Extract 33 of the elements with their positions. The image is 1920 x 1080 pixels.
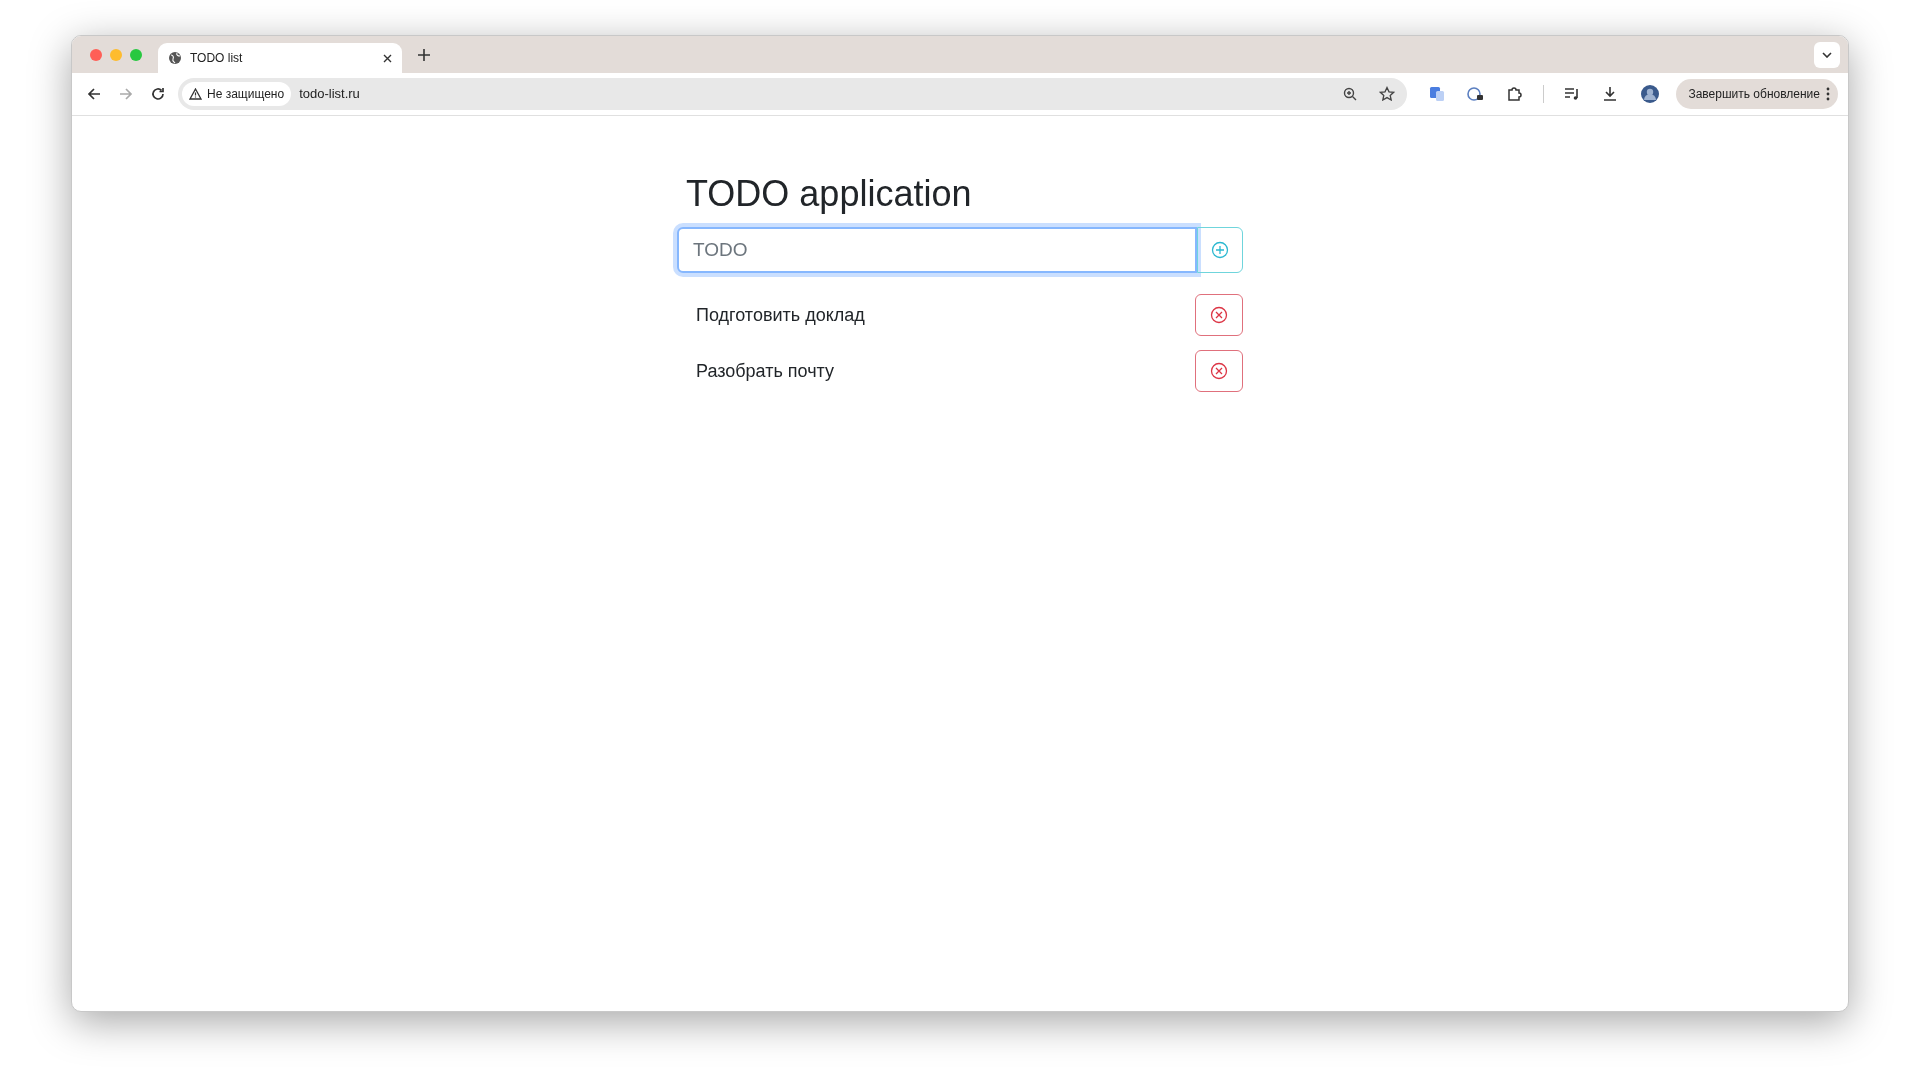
delete-button[interactable] — [1195, 294, 1243, 336]
security-chip[interactable]: Не защищено — [182, 82, 292, 106]
tab-title: TODO list — [190, 50, 244, 67]
close-icon[interactable] — [383, 53, 392, 63]
address-bar[interactable]: Не защищено todo-list.ru — [178, 78, 1408, 110]
reload-icon[interactable] — [151, 87, 165, 101]
warning-icon — [189, 88, 202, 100]
back-arrow-icon[interactable] — [87, 87, 101, 101]
update-button[interactable]: Завершить обновление — [1676, 79, 1838, 109]
browser-tab[interactable]: TODO list — [158, 43, 402, 73]
playlist-icon[interactable] — [1564, 87, 1581, 101]
zoom-icon[interactable] — [1343, 87, 1358, 101]
x-circle-icon — [1210, 362, 1228, 380]
plus-circle-icon — [1211, 241, 1229, 259]
download-icon[interactable] — [1602, 86, 1619, 102]
avatar-icon[interactable] — [1640, 84, 1661, 104]
puzzle-icon[interactable] — [1507, 86, 1524, 102]
more-icon — [1826, 87, 1830, 101]
todo-input[interactable]: TODO — [677, 227, 1197, 273]
security-label: Не защищено — [207, 86, 285, 103]
chevron-down-icon — [1822, 52, 1832, 58]
lock-extension-icon[interactable] — [1467, 86, 1486, 102]
globe-icon — [168, 51, 182, 65]
tab-search-button[interactable] — [1814, 42, 1840, 68]
todo-text: Разобрать почту — [695, 360, 836, 383]
url-text: todo-list.ru — [299, 85, 360, 104]
star-icon[interactable] — [1379, 86, 1396, 102]
new-tab-icon[interactable] — [418, 49, 430, 61]
page-title: TODO application — [686, 172, 973, 216]
translate-icon[interactable] — [1429, 86, 1446, 102]
x-circle-icon — [1210, 306, 1228, 324]
delete-button[interactable] — [1195, 350, 1243, 392]
todo-text: Подготовить доклад — [695, 304, 866, 327]
